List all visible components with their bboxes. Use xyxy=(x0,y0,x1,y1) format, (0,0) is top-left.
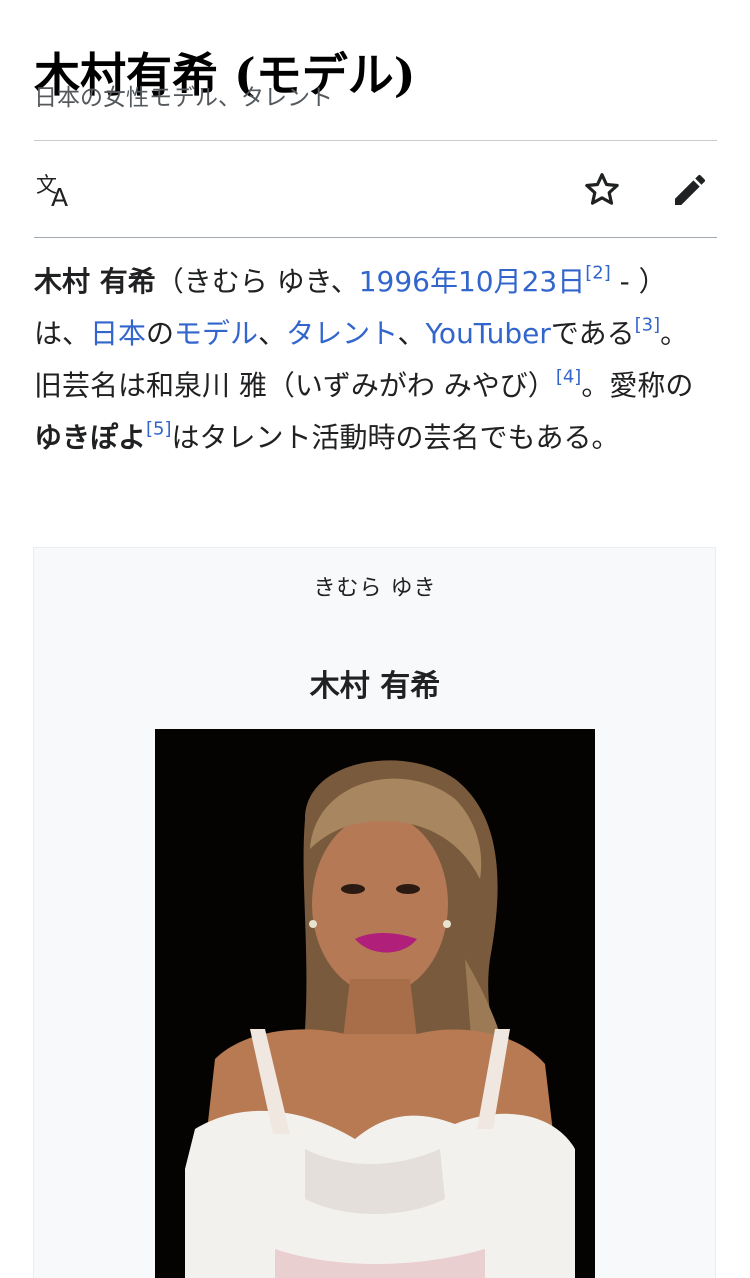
infobox-name: 木村 有希 xyxy=(309,669,441,704)
infobox-kana: きむら ゆき xyxy=(313,576,437,601)
birth-date-link[interactable]: 1996年10月23日 xyxy=(359,265,586,298)
page-description: 日本の女性モデル、タレント xyxy=(34,85,333,111)
reference-4[interactable]: [4] xyxy=(556,366,582,387)
star-icon xyxy=(582,170,622,210)
nickname: ゆきぽよ xyxy=(34,421,147,454)
article-page: 木村有希 (モデル) 日本の女性モデル、タレント 文 A 木村 有希（きむら ゆ… xyxy=(0,0,750,1278)
link-japan[interactable]: 日本 xyxy=(90,317,146,350)
language-button[interactable]: 文 A xyxy=(32,162,88,218)
lead-paragraph: 木村 有希（きむら ゆき、1996年10月23日[2] - ）は、日本のモデル、… xyxy=(34,256,714,464)
header-divider xyxy=(34,140,717,141)
reference-3[interactable]: [3] xyxy=(635,314,661,335)
lead-text: 、 xyxy=(397,317,426,350)
portrait-image[interactable] xyxy=(155,729,595,1278)
lead-text: である xyxy=(550,317,635,350)
link-model[interactable]: モデル xyxy=(174,317,258,350)
pencil-icon xyxy=(670,170,710,210)
lead-text: の xyxy=(146,317,175,350)
link-youtuber[interactable]: YouTuber xyxy=(426,317,551,350)
translate-icon: 文 A xyxy=(32,170,80,210)
link-talent[interactable]: タレント xyxy=(286,317,397,350)
subject-name: 木村 有希 xyxy=(34,265,156,298)
svg-text:A: A xyxy=(51,183,68,210)
lead-text: （きむら ゆき、 xyxy=(155,265,359,298)
toolbar-divider xyxy=(34,237,717,238)
reference-5[interactable]: [5] xyxy=(146,418,172,439)
lead-text: 、 xyxy=(258,317,287,350)
watch-button[interactable] xyxy=(574,162,630,218)
lead-text: 。愛称の xyxy=(581,369,694,402)
reference-2[interactable]: [2] xyxy=(585,262,611,283)
edit-button[interactable] xyxy=(662,162,718,218)
lead-text: はタレント活動時の芸名でもある。 xyxy=(171,421,620,454)
